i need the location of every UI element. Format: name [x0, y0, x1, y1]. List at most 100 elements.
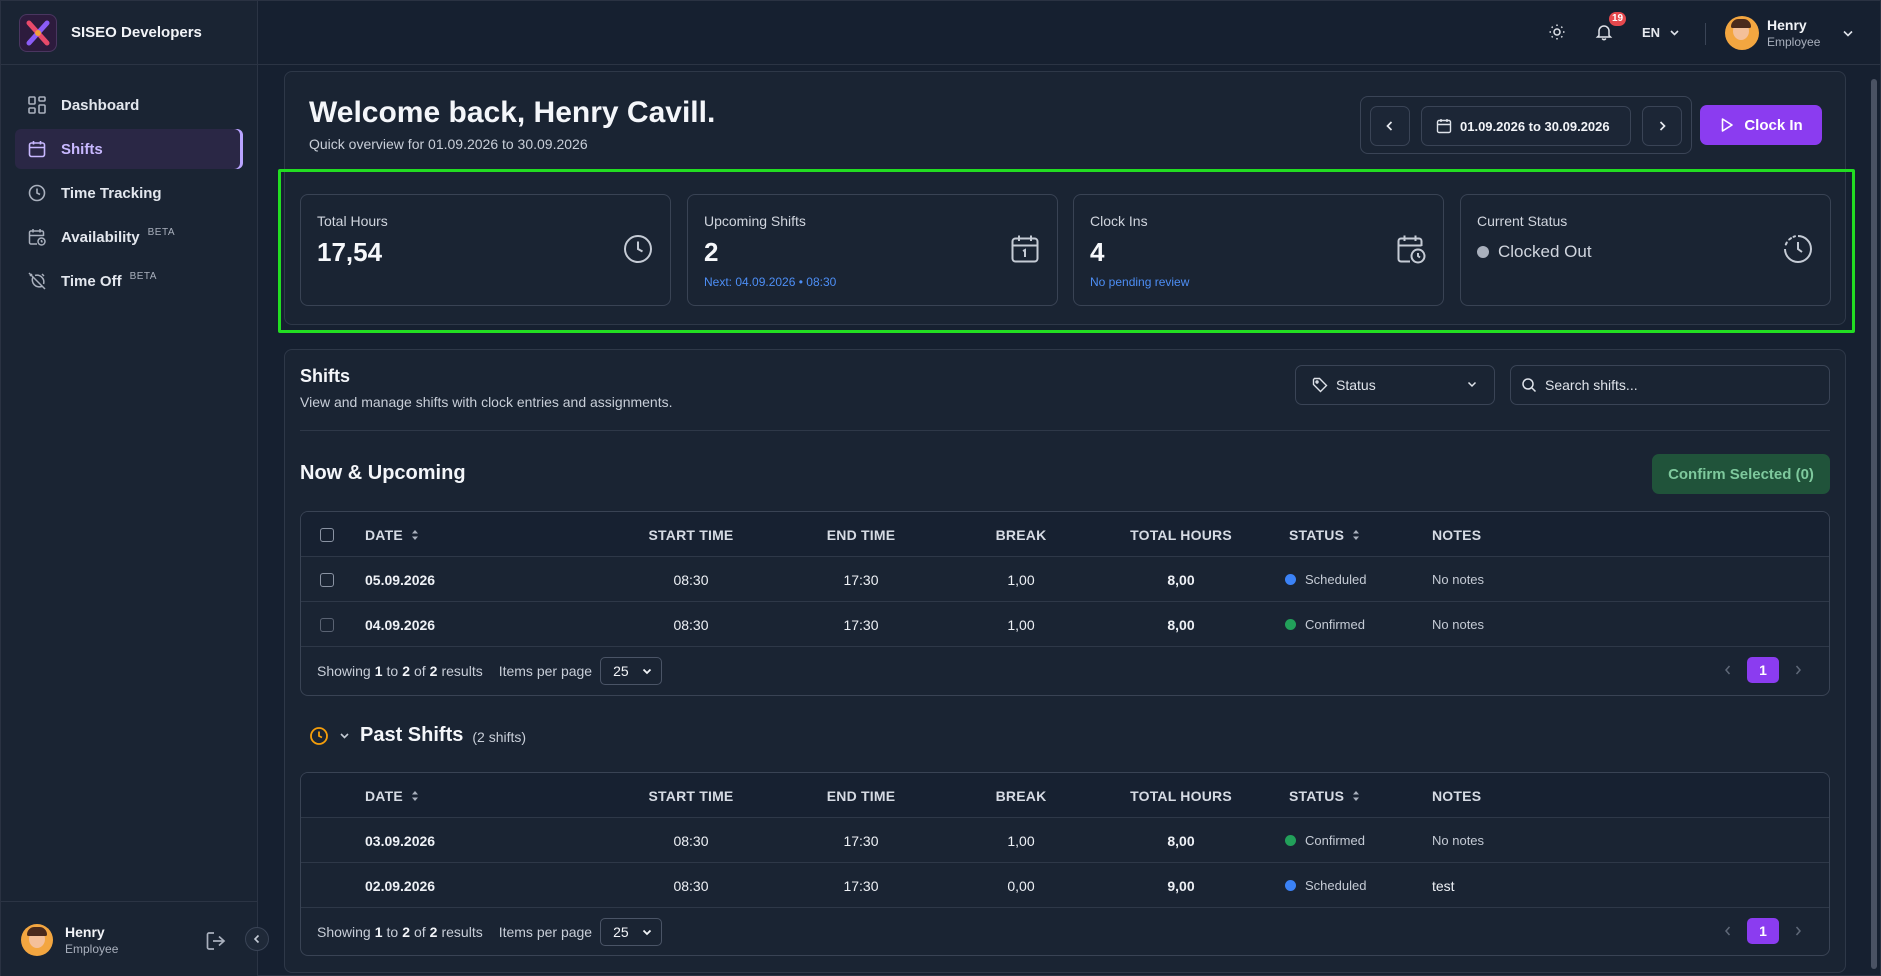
- stat-note: Next: 04.09.2026 • 08:30: [704, 275, 837, 289]
- table-row[interactable]: 03.09.2026 08:30 17:30 1,00 8,00 Confirm…: [301, 818, 1829, 863]
- sort-icon: [1353, 790, 1360, 801]
- shift-start: 08:30: [673, 616, 709, 633]
- past-shifts-table: DATE START TIME END TIME BREAK TOTAL HOU…: [300, 772, 1830, 956]
- select-all-checkbox[interactable]: [320, 512, 334, 557]
- table-row[interactable]: 04.09.2026 08:30 17:30 1,00 8,00 Confirm…: [301, 602, 1829, 647]
- column-date[interactable]: DATE: [365, 512, 419, 557]
- avatar: [1725, 16, 1759, 50]
- stat-value: 2: [704, 237, 719, 267]
- sort-icon: [411, 790, 418, 801]
- chevron-left-icon: [253, 934, 260, 944]
- past-shifts-toggle[interactable]: Past Shifts (2 shifts): [309, 724, 526, 747]
- date-range-button[interactable]: 01.09.2026 to 30.09.2026: [1421, 106, 1631, 146]
- user-menu[interactable]: Henry Employee: [1725, 16, 1854, 50]
- items-per-page-label: Items per page: [498, 663, 593, 679]
- stat-label: Upcoming Shifts: [704, 213, 806, 229]
- scrollbar[interactable]: [1868, 65, 1880, 976]
- page-title: Welcome back, Henry Cavill.: [309, 96, 716, 129]
- calendar-clock-icon: [27, 227, 47, 247]
- bell-icon[interactable]: [1595, 23, 1613, 46]
- chevron-down-icon: [340, 733, 349, 739]
- avatar[interactable]: [21, 923, 53, 956]
- clock-icon: [310, 726, 328, 745]
- chevron-right-icon[interactable]: [1793, 925, 1803, 937]
- stat-value: Clocked Out: [1498, 242, 1592, 261]
- sidebar-nav: Dashboard Shifts Time Tracking Availabil…: [1, 65, 257, 301]
- column-status[interactable]: STATUS: [1289, 512, 1360, 557]
- sidebar-item-label: Availability: [61, 228, 140, 246]
- next-range-button[interactable]: [1642, 106, 1682, 146]
- sidebar-item-label: Time Tracking: [61, 184, 162, 202]
- stat-label: Total Hours: [317, 213, 388, 229]
- shift-total: 9,00: [1167, 877, 1195, 894]
- user-name: Henry: [1767, 17, 1807, 33]
- sidebar-item-label: Time Off: [61, 272, 122, 290]
- stat-value: 4: [1090, 237, 1105, 267]
- column-date[interactable]: DATE: [365, 773, 419, 818]
- column-end-time: END TIME: [826, 526, 896, 543]
- brand[interactable]: SISEO Developers: [1, 1, 257, 65]
- items-per-page-select[interactable]: 25: [600, 918, 663, 946]
- chevron-right-icon[interactable]: [1793, 664, 1803, 676]
- column-start-time: START TIME: [648, 526, 734, 543]
- page-button[interactable]: 1: [1747, 918, 1779, 944]
- sun-icon[interactable]: [1548, 23, 1566, 46]
- sidebar: SISEO Developers Dashboard Shifts Time T…: [1, 1, 258, 976]
- sidebar-item-time-tracking[interactable]: Time Tracking: [15, 173, 243, 213]
- column-status[interactable]: STATUS: [1289, 773, 1360, 818]
- row-checkbox[interactable]: [320, 602, 334, 647]
- status-filter[interactable]: Status: [1295, 365, 1495, 405]
- to-text: to: [386, 924, 399, 940]
- confirm-selected-button[interactable]: Confirm Selected (0): [1652, 454, 1830, 494]
- sidebar-item-label: Dashboard: [61, 96, 140, 114]
- row-checkbox[interactable]: [320, 557, 334, 602]
- sidebar-collapse-button[interactable]: [245, 927, 269, 951]
- page-subtitle: Quick overview for 01.09.2026 to 30.09.2…: [309, 136, 588, 152]
- previous-range-button[interactable]: [1370, 106, 1410, 146]
- calendar-icon: [1009, 233, 1041, 270]
- page-button[interactable]: 1: [1747, 657, 1779, 683]
- shift-end: 17:30: [843, 832, 879, 849]
- sidebar-item-time-off[interactable]: Time Off BETA: [15, 261, 243, 301]
- divider: [300, 430, 1830, 431]
- search-input[interactable]: [1545, 377, 1815, 393]
- sidebar-item-availability[interactable]: Availability BETA: [15, 217, 243, 257]
- dashboard-icon: [27, 95, 47, 115]
- chevron-right-icon: [1659, 121, 1666, 131]
- language-select[interactable]: EN: [1642, 25, 1680, 40]
- clock-icon: [622, 233, 654, 270]
- app-window: SISEO Developers Dashboard Shifts Time T…: [0, 0, 1881, 976]
- shift-start: 08:30: [673, 571, 709, 588]
- scrollbar-thumb[interactable]: [1871, 79, 1877, 969]
- stat-current-status: Current Status Clocked Out: [1460, 194, 1831, 306]
- clock-in-button[interactable]: Clock In: [1700, 105, 1822, 145]
- user-role: Employee: [1767, 35, 1821, 49]
- chevron-left-icon[interactable]: [1723, 925, 1733, 937]
- shift-end: 17:30: [843, 616, 879, 633]
- results-text: results: [441, 924, 483, 940]
- items-per-page-select[interactable]: 25: [600, 657, 663, 685]
- shift-break: 1,00: [1007, 832, 1035, 849]
- column-notes: NOTES: [1432, 787, 1482, 804]
- table-row[interactable]: 05.09.2026 08:30 17:30 1,00 8,00 Schedul…: [301, 557, 1829, 602]
- table-header: DATE START TIME END TIME BREAK TOTAL HOU…: [301, 512, 1829, 557]
- table-row[interactable]: 02.09.2026 08:30 17:30 0,00 9,00 Schedul…: [301, 863, 1829, 908]
- table-header: DATE START TIME END TIME BREAK TOTAL HOU…: [301, 773, 1829, 818]
- range-to: 2: [402, 924, 410, 940]
- shift-date: 04.09.2026: [365, 616, 436, 633]
- sort-icon: [411, 529, 418, 540]
- range-from: 1: [374, 663, 383, 679]
- stat-clock-ins: Clock Ins 4 No pending review: [1073, 194, 1444, 306]
- shift-end: 17:30: [843, 571, 879, 588]
- sidebar-item-shifts[interactable]: Shifts: [15, 129, 243, 169]
- column-break: BREAK: [995, 787, 1047, 804]
- chevron-down-icon: [1843, 30, 1853, 37]
- alarm-off-icon: [27, 271, 47, 291]
- shift-break: 1,00: [1007, 571, 1035, 588]
- sidebar-item-dashboard[interactable]: Dashboard: [15, 85, 243, 125]
- language-label: EN: [1642, 25, 1661, 40]
- items-per-page-label: Items per page: [498, 924, 593, 940]
- chevron-left-icon[interactable]: [1723, 664, 1733, 676]
- shift-total: 8,00: [1167, 832, 1195, 849]
- logout-icon[interactable]: [205, 930, 227, 957]
